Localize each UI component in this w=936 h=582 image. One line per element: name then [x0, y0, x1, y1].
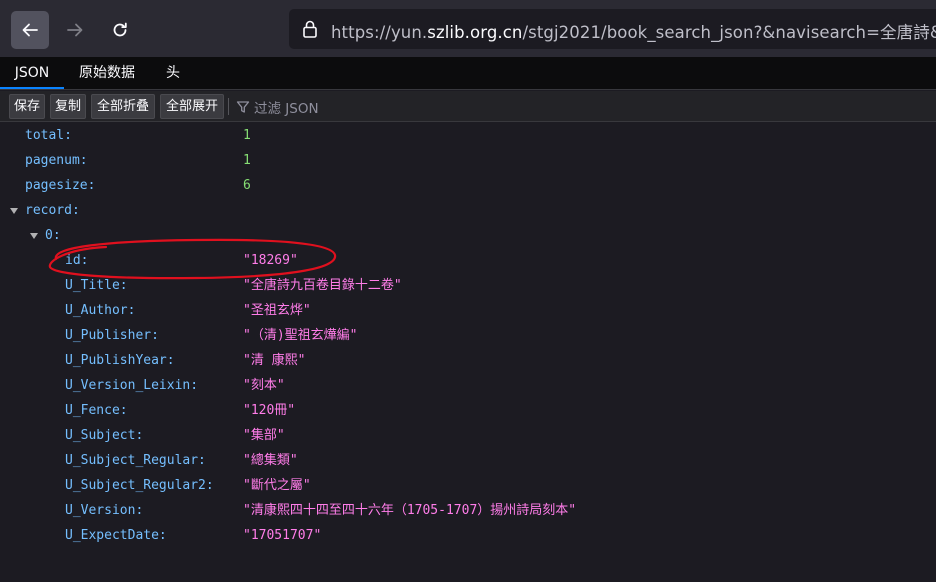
json-key: pagenum:: [25, 153, 88, 168]
json-row[interactable]: U_Subject: "集部": [0, 423, 936, 448]
tab-raw-data[interactable]: 原始数据: [79, 58, 135, 89]
json-value: "總集類": [243, 453, 298, 468]
back-arrow-icon: [22, 23, 38, 37]
filter-json-input[interactable]: 过滤 JSON: [236, 97, 319, 117]
json-key: U_PublishYear:: [65, 353, 175, 368]
json-key: pagesize:: [25, 178, 96, 193]
save-button[interactable]: 保存: [9, 94, 45, 119]
json-key: U_Subject_Regular2:: [65, 478, 214, 493]
json-row-record-0[interactable]: 0:: [0, 223, 936, 248]
json-row[interactable]: U_Author: "圣祖玄烨": [0, 298, 936, 323]
reload-button[interactable]: [101, 11, 139, 49]
json-key: id:: [65, 253, 89, 268]
expand-all-button[interactable]: 全部展开: [160, 94, 224, 119]
json-row[interactable]: U_Version: "清康熙四十四至四十六年（1705-1707）揚州詩局刻本": [0, 498, 936, 523]
json-key: total:: [25, 128, 72, 143]
json-key: U_Fence:: [65, 403, 128, 418]
lock-icon: [303, 20, 317, 38]
json-value: "刻本": [243, 378, 285, 393]
forward-arrow-icon: [67, 23, 83, 37]
url-text: https://yun.szlib.org.cn/stgj2021/book_s…: [331, 23, 936, 42]
json-value: "18269": [243, 253, 298, 268]
json-row-record[interactable]: record:: [0, 198, 936, 223]
json-value: "圣祖玄烨": [243, 303, 311, 318]
json-row[interactable]: U_Subject_Regular2: "斷代之屬": [0, 473, 936, 498]
json-value: "全唐詩九百卷目錄十二卷": [243, 278, 402, 293]
json-row[interactable]: id: "18269": [0, 248, 936, 273]
json-value: 1: [243, 128, 251, 143]
json-tree: total: 1 pagenum: 1 pagesize: 6 record: …: [0, 123, 936, 548]
viewer-tabs: JSON 原始数据 头: [0, 58, 936, 90]
collapse-all-button[interactable]: 全部折叠: [91, 94, 155, 119]
json-key: 0:: [45, 228, 61, 243]
json-value: "17051707": [243, 528, 322, 543]
expand-triangle-icon[interactable]: [10, 208, 18, 214]
json-row[interactable]: U_Title: "全唐詩九百卷目錄十二卷": [0, 273, 936, 298]
reload-icon: [113, 22, 127, 37]
json-key: U_Subject:: [65, 428, 144, 443]
forward-button[interactable]: [56, 11, 94, 49]
json-key: U_Version_Leixin:: [65, 378, 199, 393]
filter-placeholder: 过滤 JSON: [254, 101, 319, 117]
json-key: U_ExpectDate:: [65, 528, 167, 543]
json-toolbar: 保存 复制 全部折叠 全部展开 过滤 JSON: [0, 91, 936, 122]
back-button[interactable]: [11, 11, 49, 49]
json-row-pagesize[interactable]: pagesize: 6: [0, 173, 936, 198]
toolbar-divider: [228, 98, 229, 115]
json-key: record:: [25, 203, 80, 218]
record-fields: id: "18269" U_Title: "全唐詩九百卷目錄十二卷" U_Author:…: [0, 248, 936, 548]
json-row[interactable]: U_PublishYear: "清 康熙": [0, 348, 936, 373]
json-row[interactable]: U_Version_Leixin: "刻本": [0, 373, 936, 398]
json-row-pagenum[interactable]: pagenum: 1: [0, 148, 936, 173]
json-row-total[interactable]: total: 1: [0, 123, 936, 148]
url-bar[interactable]: https://yun.szlib.org.cn/stgj2021/book_s…: [289, 9, 936, 49]
json-value: 6: [243, 178, 251, 193]
json-value: "清 康熙": [243, 353, 306, 368]
json-value: "斷代之屬": [243, 478, 311, 493]
tab-json[interactable]: JSON: [0, 58, 64, 89]
json-row[interactable]: U_ExpectDate: "17051707": [0, 523, 936, 548]
json-key: U_Subject_Regular:: [65, 453, 206, 468]
copy-button[interactable]: 复制: [50, 94, 86, 119]
json-value: "（清)聖祖玄燁編": [243, 328, 358, 343]
json-key: U_Author:: [65, 303, 136, 318]
json-key: U_Publisher:: [65, 328, 159, 343]
json-value: "120冊": [243, 403, 296, 418]
json-row[interactable]: U_Publisher: "（清)聖祖玄燁編": [0, 323, 936, 348]
tab-headers[interactable]: 头: [166, 58, 180, 89]
json-row[interactable]: U_Fence: "120冊": [0, 398, 936, 423]
expand-triangle-icon[interactable]: [30, 233, 38, 239]
json-row[interactable]: U_Subject_Regular: "總集類": [0, 448, 936, 473]
json-value: "集部": [243, 428, 285, 443]
json-value: "清康熙四十四至四十六年（1705-1707）揚州詩局刻本": [243, 503, 577, 518]
json-value: 1: [243, 153, 251, 168]
json-key: U_Title:: [65, 278, 128, 293]
filter-icon: [236, 101, 250, 113]
browser-navbar: https://yun.szlib.org.cn/stgj2021/book_s…: [0, 0, 936, 58]
json-key: U_Version:: [65, 503, 144, 518]
